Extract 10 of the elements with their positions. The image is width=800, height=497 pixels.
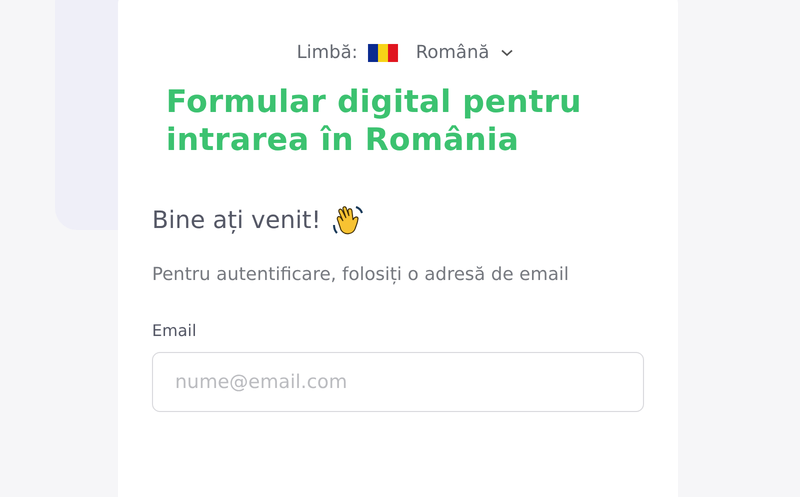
page-title: Formular digital pentru intrarea în România: [166, 83, 583, 159]
waving-hand-icon: [331, 203, 366, 237]
flag-icon: [368, 44, 398, 62]
instructions-text: Pentru autentificare, folosiți o adresă de email: [152, 263, 570, 287]
language-label: Limbă:: [296, 42, 358, 63]
caret-icon: [501, 48, 514, 56]
email-field[interactable]: nume@email.com: [152, 352, 644, 412]
greeting-heading: Bine ați venit!: [152, 206, 322, 234]
email-label: Email: [152, 321, 198, 340]
language-dropdown[interactable]: Română: [368, 42, 514, 63]
